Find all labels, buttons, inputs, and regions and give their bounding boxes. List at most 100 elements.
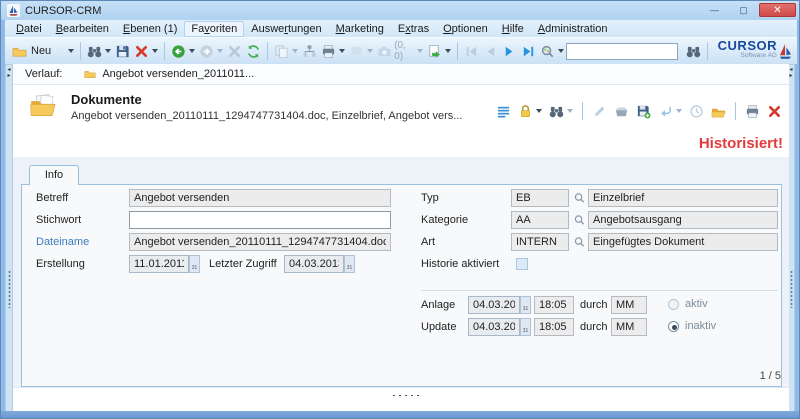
letzter-zugriff-date-field[interactable] [284,255,344,273]
erstellung-date-field[interactable] [129,255,189,273]
cancel-button[interactable] [226,42,243,61]
dateiname-link-label[interactable]: Dateiname [36,233,89,251]
record-search-dropdown-caret[interactable] [567,109,573,113]
tab-info[interactable]: Info [29,165,79,185]
print-dropdown-caret[interactable] [339,49,345,53]
search-button[interactable] [86,42,112,61]
update-time-field[interactable] [534,318,574,336]
menu-ebenen[interactable]: Ebenen (1) [116,21,184,37]
aktiv-radio[interactable] [668,299,679,310]
close-record-button[interactable] [766,103,783,120]
update-date-field[interactable] [468,318,520,336]
left-splitter[interactable]: ◂▸ [5,64,13,412]
left-splitter-arrows-icon[interactable]: ◂▸ [6,67,12,79]
workflow-button[interactable] [301,42,318,61]
stichwort-field[interactable] [129,211,391,229]
menu-marketing[interactable]: Marketing [329,21,391,37]
erstellung-calendar-button[interactable] [189,255,200,273]
new-dropdown-caret[interactable] [68,49,74,53]
typ-lookup-icon[interactable] [573,190,586,206]
edit-button[interactable] [591,103,608,120]
anlage-time-field[interactable] [534,296,574,314]
menu-datei[interactable]: Datei [9,21,49,37]
close-button[interactable]: ✕ [759,3,796,17]
lock-dropdown-caret[interactable] [536,109,542,113]
menu-hilfe[interactable]: Hilfe [495,21,531,37]
historie-checkbox[interactable] [516,258,528,270]
forward-button[interactable] [198,42,224,61]
save-version-button[interactable] [635,103,652,120]
quick-search-dropdown-caret[interactable] [558,49,564,53]
search-go-button[interactable] [685,42,702,61]
preview-dropdown-caret[interactable] [367,49,373,53]
save-button[interactable] [114,42,131,61]
new-button[interactable]: Neu [11,42,75,61]
copy-dropdown-caret[interactable] [292,49,298,53]
import-button[interactable] [426,42,452,61]
anlage-date-field[interactable] [468,296,520,314]
quick-search-button[interactable] [539,42,565,61]
dateiname-field[interactable] [129,233,391,251]
snapshot-button[interactable]: (0, 0) [376,38,423,64]
print-button[interactable] [320,42,346,61]
menu-auswertungen[interactable]: Auswertungen [244,21,328,37]
search-input[interactable] [566,43,678,60]
menu-favoriten[interactable]: Favoriten [184,21,244,37]
left-splitter-grip[interactable] [8,270,11,308]
inaktiv-radio[interactable] [668,321,679,332]
search-dropdown-caret[interactable] [105,49,111,53]
import-dropdown-caret[interactable] [445,49,451,53]
maximize-button[interactable]: ▢ [730,3,757,17]
first-record-button[interactable] [463,42,480,61]
anlage-user-field[interactable] [611,296,647,314]
art-text-field[interactable] [588,233,778,251]
preview-button[interactable] [348,42,374,61]
send-dropdown-caret[interactable] [676,109,682,113]
print-record-button[interactable] [744,103,761,120]
previous-record-button[interactable] [482,42,499,61]
right-splitter-grip[interactable] [790,270,793,308]
menu-administration[interactable]: Administration [531,21,615,37]
next-record-button[interactable] [501,42,518,61]
update-user-field[interactable] [611,318,647,336]
minimize-button[interactable]: — [701,3,728,17]
typ-text-field[interactable] [588,189,778,207]
delete-dropdown-caret[interactable] [152,49,158,53]
update-calendar-button[interactable] [520,318,531,336]
open-document-button[interactable] [710,103,727,120]
bottom-splitter[interactable] [13,387,789,412]
letzter-zugriff-calendar-button[interactable] [344,255,355,273]
camera-icon-disabled [377,44,392,59]
bottom-splitter-grip[interactable] [391,394,419,397]
history-time-button[interactable] [688,103,705,120]
snapshot-dropdown-caret[interactable] [417,49,423,53]
betreff-field[interactable] [129,189,391,207]
anlage-calendar-button[interactable] [520,296,531,314]
update-durch-label: durch [580,318,608,336]
kategorie-text-field[interactable] [588,211,778,229]
refresh-button[interactable] [245,42,262,61]
record-search-button[interactable] [548,103,574,120]
typ-code-field[interactable] [511,189,569,207]
menu-bearbeiten[interactable]: Bearbeiten [49,21,116,37]
checkout-button[interactable] [613,103,630,120]
forward-dropdown-caret[interactable] [217,49,223,53]
back-button[interactable] [170,42,196,61]
new-button-label: Neu [31,45,51,57]
history-item[interactable]: Angebot versenden_2011011... [102,68,254,80]
art-lookup-icon[interactable] [573,234,586,250]
list-view-button[interactable] [495,103,512,120]
first-record-icon-disabled [464,44,479,59]
menu-extras[interactable]: Extras [391,21,436,37]
lock-button[interactable] [517,103,543,120]
kategorie-code-field[interactable] [511,211,569,229]
copy-button[interactable] [273,42,299,61]
art-code-field[interactable] [511,233,569,251]
send-button[interactable] [657,103,683,120]
delete-button[interactable] [133,42,159,61]
kategorie-lookup-icon[interactable] [573,212,586,228]
back-dropdown-caret[interactable] [189,49,195,53]
menu-optionen[interactable]: Optionen [436,21,495,37]
anlage-label: Anlage [421,296,455,314]
last-record-button[interactable] [520,42,537,61]
